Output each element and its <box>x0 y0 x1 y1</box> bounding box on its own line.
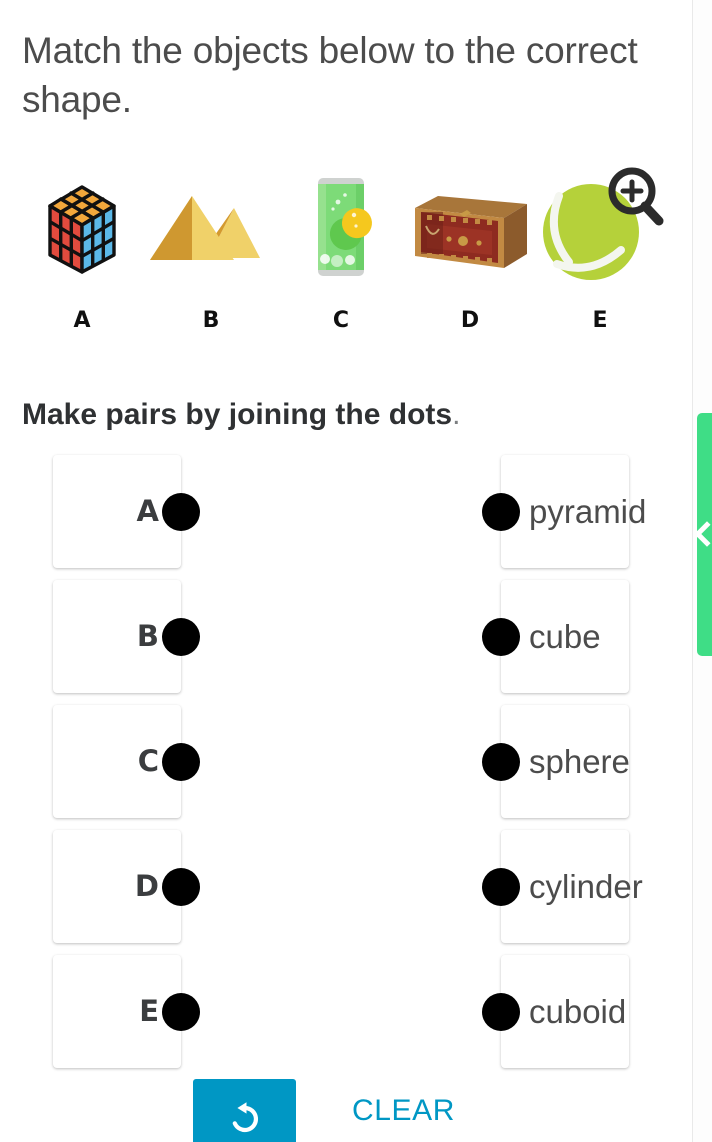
objects-strip: A B C D E <box>0 160 692 340</box>
left-node-card-d[interactable]: D <box>53 830 200 943</box>
right-connector-dot[interactable] <box>482 617 520 656</box>
object-item-b: B <box>146 160 276 340</box>
match-row: A pyramid <box>0 455 692 568</box>
object-label-c: C <box>332 308 350 333</box>
right-node-card-pyramid[interactable]: pyramid <box>482 455 646 568</box>
right-connector-dot[interactable] <box>482 867 520 906</box>
right-node-card-cylinder[interactable]: cylinder <box>482 830 643 943</box>
tennis-ball-icon <box>535 160 665 300</box>
right-node-label: cube <box>529 618 601 655</box>
rubiks-cube-icon <box>17 160 147 300</box>
right-node-label: cylinder <box>529 868 643 905</box>
right-connector-dot[interactable] <box>482 992 520 1031</box>
right-node-card-cuboid[interactable]: cuboid <box>482 955 629 1068</box>
left-node-label: D <box>134 869 159 903</box>
right-connector-dot[interactable] <box>482 492 520 531</box>
match-row: B cube <box>0 580 692 693</box>
object-label-a: A <box>73 308 91 333</box>
right-node-label: pyramid <box>529 493 647 530</box>
soda-can-icon <box>276 160 406 300</box>
chevron-left-icon <box>697 521 712 547</box>
left-connector-dot[interactable] <box>162 617 200 656</box>
match-row: D cylinder <box>0 830 692 943</box>
worksheet-page: Match the objects below to the correct s… <box>0 0 712 1142</box>
pairs-heading-period: . <box>452 398 461 431</box>
right-node-card-cube[interactable]: cube <box>482 580 629 693</box>
pairs-heading: Make pairs by joining the dots. <box>22 398 460 432</box>
pairs-heading-text: Make pairs by joining the dots <box>22 398 453 431</box>
object-item-d: D <box>405 160 535 340</box>
left-connector-dot[interactable] <box>162 867 200 906</box>
undo-button[interactable] <box>193 1079 296 1142</box>
match-board: A pyramid B cube C sphere D cylinder E c… <box>0 455 692 1075</box>
pyramids-icon <box>146 160 276 300</box>
page-title: Match the objects below to the correct s… <box>22 30 638 120</box>
footer-actions: CLEAR <box>0 1079 692 1142</box>
left-node-label: B <box>136 619 159 653</box>
right-connector-dot[interactable] <box>482 742 520 781</box>
object-label-b: B <box>202 308 220 333</box>
clear-button[interactable]: CLEAR <box>352 1079 455 1142</box>
right-node-card-sphere[interactable]: sphere <box>482 705 630 818</box>
right-node-label: cuboid <box>529 993 627 1030</box>
left-node-label: C <box>137 744 159 778</box>
left-connector-dot[interactable] <box>162 492 200 531</box>
match-row: C sphere <box>0 705 692 818</box>
left-connector-dot[interactable] <box>162 742 200 781</box>
left-node-card-c[interactable]: C <box>53 705 200 818</box>
left-node-card-b[interactable]: B <box>53 580 200 693</box>
object-label-e: E <box>592 308 608 333</box>
left-node-card-a[interactable]: A <box>53 455 200 568</box>
object-item-c: C <box>276 160 406 340</box>
right-node-label: sphere <box>529 743 630 780</box>
object-label-d: D <box>460 308 480 333</box>
left-node-label: A <box>136 494 159 528</box>
left-node-card-e[interactable]: E <box>53 955 200 1068</box>
left-connector-dot[interactable] <box>162 992 200 1031</box>
left-node-label: E <box>139 994 159 1028</box>
treasure-chest-icon <box>405 160 535 300</box>
object-item-a: A <box>17 160 147 340</box>
object-item-e: E <box>535 160 665 340</box>
side-panel-toggle[interactable] <box>697 413 712 656</box>
match-row: E cuboid <box>0 955 692 1068</box>
undo-arrow-icon <box>232 1101 258 1132</box>
